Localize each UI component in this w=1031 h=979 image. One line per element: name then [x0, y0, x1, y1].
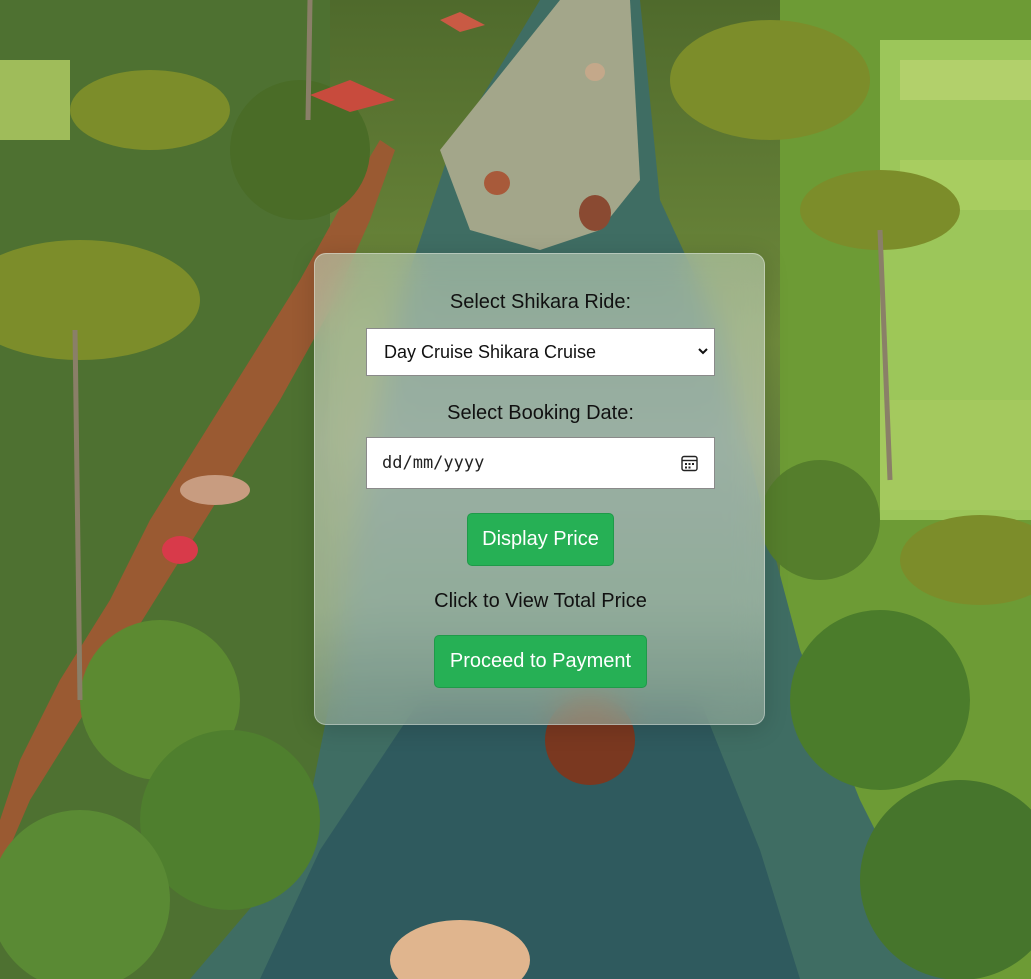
display-price-button[interactable]: Display Price — [467, 513, 614, 566]
ride-label: Select Shikara Ride: — [449, 291, 632, 313]
ride-select-value: Day Cruise Shikara Cruise — [384, 342, 597, 362]
proceed-to-payment-button[interactable]: Proceed to Payment — [434, 635, 647, 688]
calendar-icon[interactable] — [681, 454, 698, 472]
page-background: Select Shikara Ride: Day Cruise Shikara … — [0, 0, 1031, 979]
date-placeholder: dd/mm/yyyy — [382, 453, 485, 473]
booking-card: Select Shikara Ride: Day Cruise Shikara … — [314, 253, 765, 725]
booking-date-input[interactable]: dd/mm/yyyy — [366, 437, 715, 489]
date-label: Select Booking Date: — [447, 402, 634, 424]
chevron-down-icon — [698, 348, 708, 355]
ride-select[interactable]: Day Cruise Shikara Cruise — [366, 328, 715, 376]
price-hint: Click to View Total Price — [434, 590, 647, 612]
